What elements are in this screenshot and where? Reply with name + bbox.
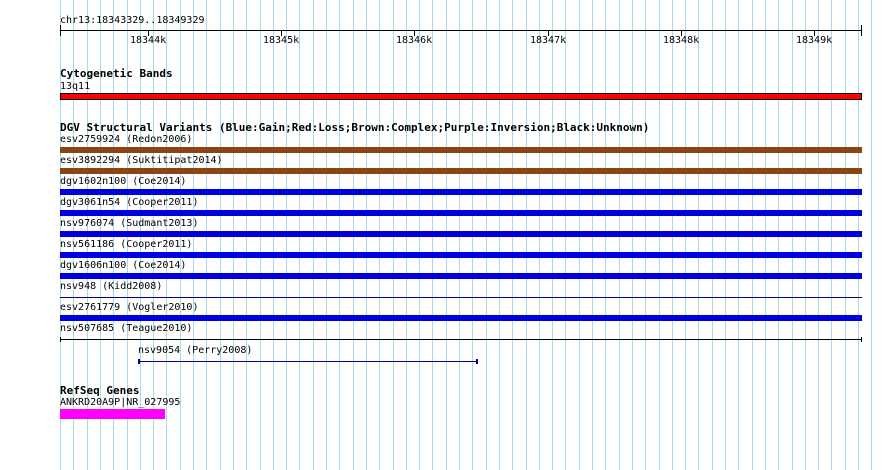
dgv-variant-bar[interactable]	[60, 210, 862, 216]
cytoband-label: 13q11	[60, 81, 91, 92]
dgv-variant-bar[interactable]	[138, 361, 477, 362]
refseq-track-title: RefSeq Genes	[60, 384, 140, 397]
cytoband-track-title: Cytogenetic Bands	[60, 67, 173, 80]
dgv-variant-label: nsv948 (Kidd2008)	[60, 281, 163, 292]
dgv-variant-endcap	[861, 337, 862, 342]
dgv-variant-label: esv2761779 (Vogler2010)	[60, 302, 199, 313]
ruler-axis	[60, 30, 862, 31]
dgv-variant-label: nsv9054 (Perry2008)	[138, 345, 253, 356]
dgv-variant-bar[interactable]	[60, 315, 862, 321]
dgv-variant-label: nsv561186 (Cooper2011)	[60, 239, 193, 250]
dgv-variant-label: nsv976074 (Sudmant2013)	[60, 218, 199, 229]
ruler-start-tick	[60, 25, 61, 36]
dgv-variant-bar[interactable]	[60, 339, 862, 340]
dgv-variant-endcap	[60, 337, 61, 342]
dgv-variant-label: esv3892294 (Suktitipat2014)	[60, 155, 223, 166]
ruler-end-tick	[861, 25, 862, 36]
ruler-tick-label: 18344k	[130, 35, 167, 46]
dgv-variant-label: nsv507685 (Teague2010)	[60, 323, 193, 334]
dgv-variant-label: dgv1606n100 (Coe2014)	[60, 260, 187, 271]
dgv-variant-bar[interactable]	[60, 252, 862, 258]
dgv-variant-bar[interactable]	[60, 273, 862, 279]
dgv-variant-label: esv2759924 (Redon2006)	[60, 134, 193, 145]
refseq-gene-label: ANKRD20A9P|NR_027995	[60, 397, 181, 408]
dgv-variant-label: dgv3061n54 (Cooper2011)	[60, 197, 199, 208]
dgv-variant-endcap	[476, 359, 478, 364]
dgv-variant-bar[interactable]	[60, 168, 862, 174]
ruler-tick-label: 18347k	[530, 35, 567, 46]
dgv-variant-bar[interactable]	[60, 297, 862, 298]
dgv-variant-bar[interactable]	[60, 231, 862, 237]
dgv-variant-label: dgv1602n100 (Coe2014)	[60, 176, 187, 187]
ruler-tick-label: 18346k	[396, 35, 433, 46]
dgv-variant-bar[interactable]	[60, 189, 862, 195]
dgv-track-title: DGV Structural Variants (Blue:Gain;Red:L…	[60, 121, 650, 134]
cytoband-13q11[interactable]	[60, 93, 862, 100]
genome-browser-viewer[interactable]: chr13:18343329..18349329 18344k 18345k 183…	[0, 0, 890, 470]
region-label: chr13:18343329..18349329	[60, 15, 205, 26]
dgv-variant-endcap	[138, 359, 140, 364]
ruler-tick-label: 18348k	[663, 35, 700, 46]
refseq-gene-ankrd20a9p[interactable]	[60, 409, 165, 419]
dgv-variant-bar[interactable]	[60, 147, 862, 153]
ruler-tick-label: 18345k	[263, 35, 300, 46]
ruler-tick-label: 18349k	[796, 35, 833, 46]
